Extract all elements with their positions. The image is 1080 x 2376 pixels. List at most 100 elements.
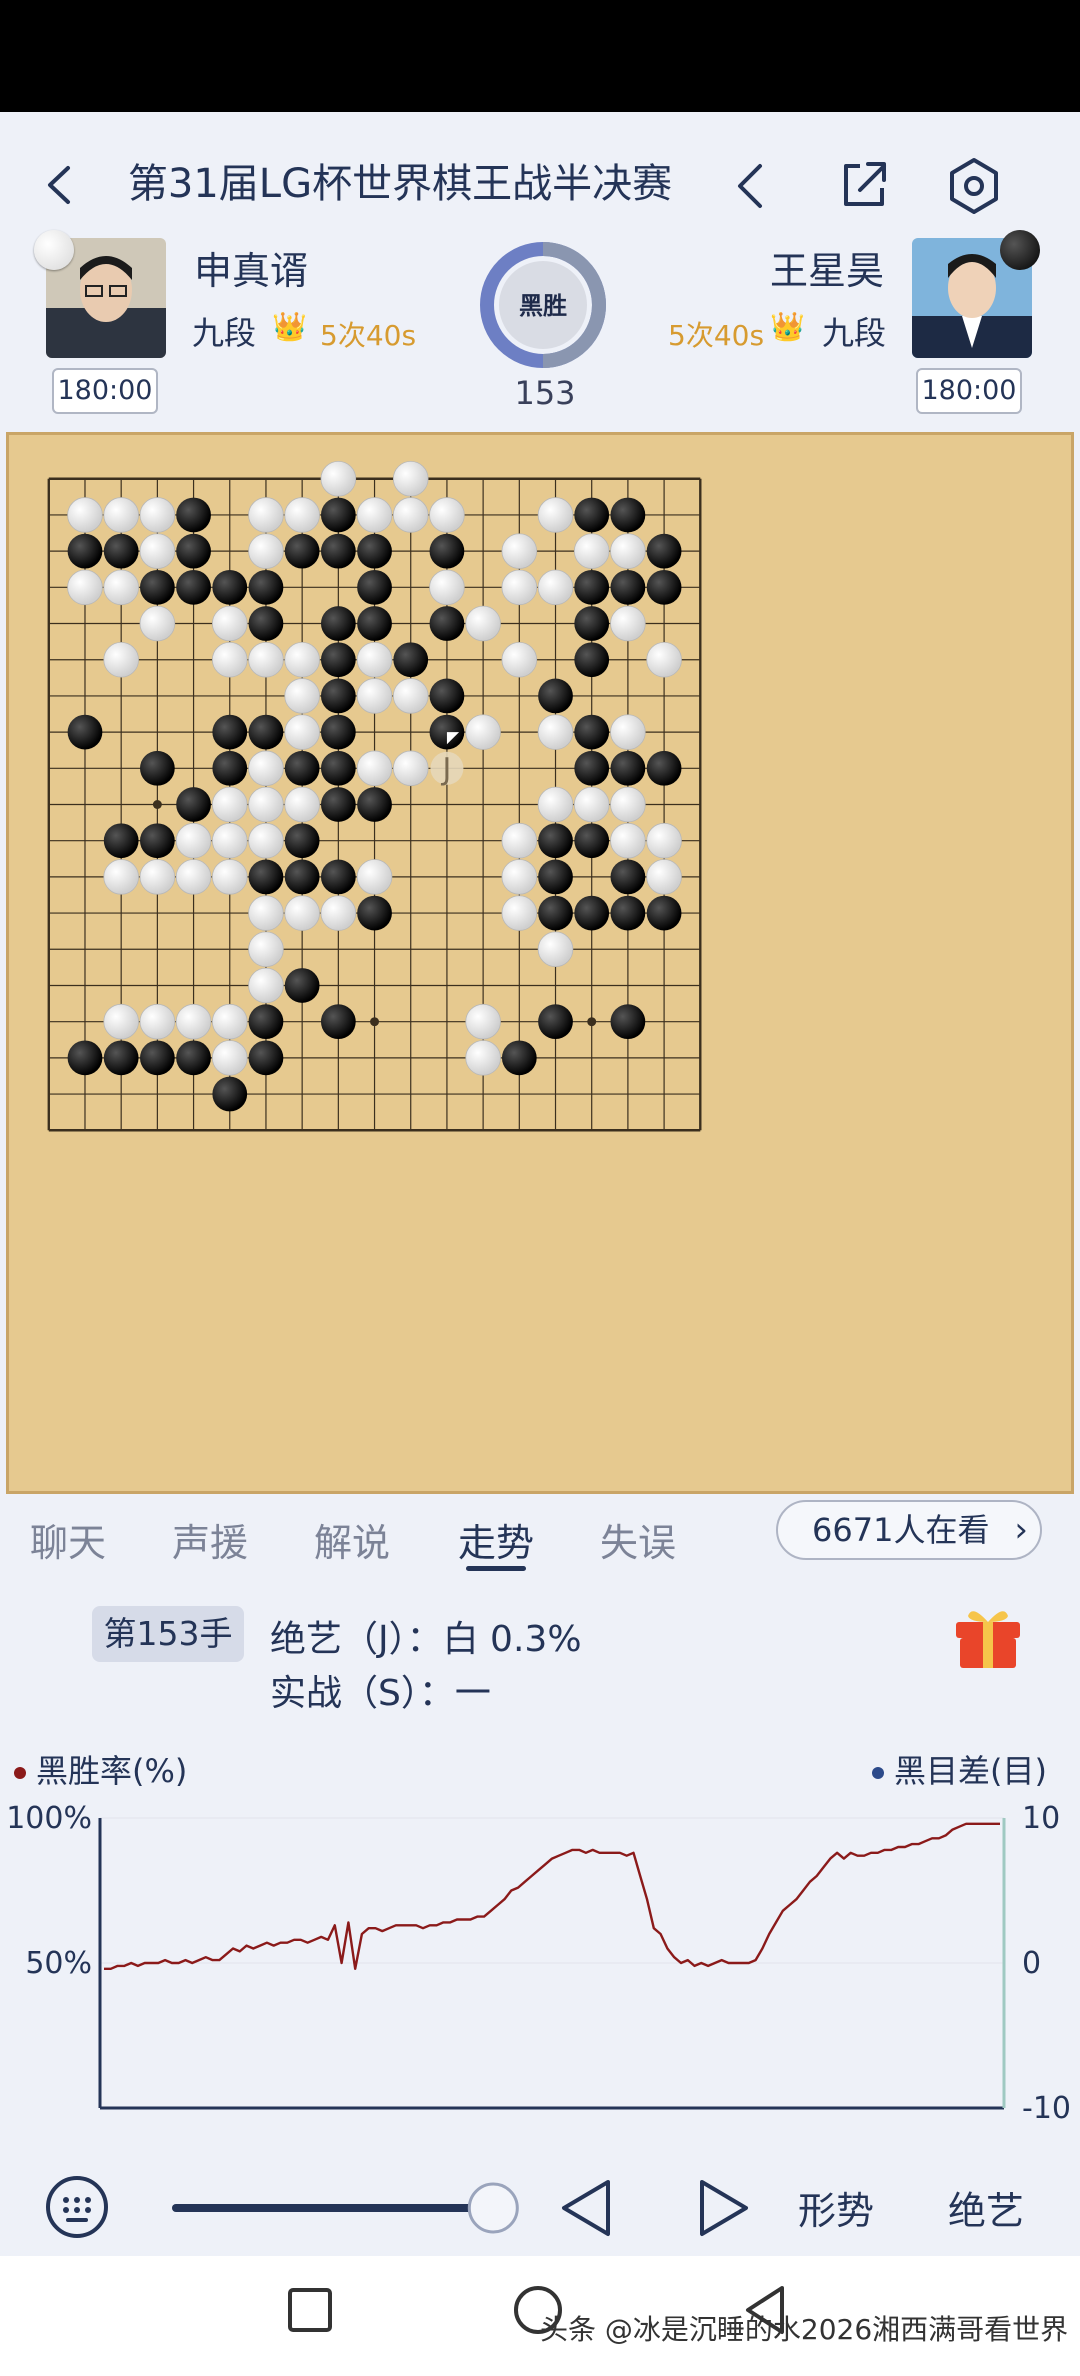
title-bar: 第31届LG杯世界棋王战半决赛 — [0, 142, 1080, 232]
white-stone — [392, 678, 429, 714]
watermark: 头条 @冰是沉睡的水2026湘西满哥看世界 — [540, 2313, 1069, 2346]
black-stone — [320, 533, 356, 569]
left-player-rank: 九段 — [192, 314, 257, 352]
settings-icon[interactable] — [942, 154, 1006, 218]
white-stone — [103, 569, 139, 606]
black-stone — [140, 750, 175, 786]
black-stone — [103, 1040, 139, 1076]
tab-support[interactable]: 声援 — [172, 1512, 248, 1567]
tab-chat[interactable]: 聊天 — [30, 1512, 106, 1567]
white-stone — [139, 605, 176, 642]
white-stone — [392, 460, 429, 497]
white-stone — [537, 931, 574, 968]
black-stone — [574, 750, 610, 786]
y-left-tick-label: 50% — [25, 1946, 92, 1981]
white-stone — [284, 678, 320, 714]
crown-icon: 👑 — [272, 310, 307, 343]
white-stone — [537, 786, 574, 823]
win-rate-line — [104, 1822, 1000, 1971]
result-badge-text: 黑胜 — [519, 292, 567, 320]
black-stone — [646, 750, 682, 786]
white-stone — [501, 533, 538, 569]
white-stone — [646, 859, 682, 895]
black-stone — [212, 1076, 248, 1112]
white-stone — [392, 497, 429, 533]
white-stone — [501, 569, 538, 606]
white-stone — [211, 1040, 248, 1076]
white-stone — [211, 641, 248, 678]
white-stone — [537, 497, 574, 533]
ai-suggestion-label: J — [441, 752, 452, 787]
white-stone — [175, 1003, 212, 1040]
black-stone — [320, 678, 356, 714]
black-stone — [538, 859, 573, 895]
black-stone — [212, 714, 248, 750]
white-stone — [248, 497, 284, 533]
black-stone — [574, 714, 610, 750]
back-arrow-icon[interactable] — [36, 160, 86, 210]
black-stone — [429, 678, 465, 714]
black-stone — [357, 895, 392, 931]
previous-move-icon[interactable] — [726, 158, 776, 214]
black-stone — [320, 714, 356, 750]
trend-chart[interactable]: 100% 50% 10 0 -10 — [0, 1790, 1080, 2130]
white-stone — [429, 569, 465, 606]
tab-trend[interactable]: 走势 — [458, 1512, 534, 1567]
white-stone — [175, 859, 212, 895]
left-player-name: 申真谞 — [194, 249, 309, 293]
previous-step-icon[interactable] — [556, 2176, 618, 2240]
white-stone — [646, 641, 682, 678]
white-stone — [465, 714, 501, 750]
black-stone — [176, 787, 211, 822]
white-stone — [284, 641, 320, 678]
black-stone — [284, 750, 320, 786]
white-stone — [465, 1040, 501, 1076]
situation-button[interactable]: 形势 — [798, 2180, 874, 2235]
white-stone — [356, 859, 393, 895]
white-stone — [211, 786, 248, 823]
black-stone — [212, 569, 248, 605]
viewers-button[interactable]: 6671人在看 › — [776, 1500, 1042, 1560]
ai-evaluation: 绝艺（J）：白 0.3% — [270, 1619, 582, 1660]
white-stone — [610, 714, 646, 750]
white-stone — [465, 605, 501, 642]
black-stone — [176, 1040, 211, 1076]
white-stone — [103, 859, 139, 895]
go-board[interactable]: J — [6, 432, 1074, 1494]
y-left-tick-label: 100% — [6, 1801, 92, 1836]
right-player-clock: 180:00 — [916, 368, 1022, 414]
tab-mistakes[interactable]: 失误 — [600, 1512, 676, 1567]
next-step-icon[interactable] — [692, 2176, 754, 2240]
slider-thumb[interactable] — [467, 2182, 519, 2234]
header: 第31届LG杯世界棋王战半决赛 申真谞 九段 👑 5次40s 180:00 黑胜… — [0, 112, 1080, 422]
white-stone — [67, 569, 103, 606]
white-stone — [67, 497, 103, 533]
right-player-byoyomi: 5次40s — [668, 319, 765, 352]
legend-score-diff: 黑目差(目) — [872, 1746, 1047, 1792]
black-stone — [538, 1004, 573, 1040]
white-stone-indicator — [34, 230, 74, 270]
black-stone — [574, 823, 610, 859]
black-stone — [610, 750, 646, 786]
white-stone — [356, 750, 393, 787]
star-point — [370, 1017, 380, 1027]
black-stone — [610, 859, 646, 895]
black-stone — [284, 823, 320, 859]
tab-commentary[interactable]: 解说 — [314, 1512, 390, 1567]
white-stone — [139, 497, 176, 533]
active-tab-indicator — [466, 1566, 526, 1571]
white-stone — [610, 786, 646, 823]
ai-button[interactable]: 绝艺 — [948, 2180, 1024, 2235]
white-stone — [103, 1003, 139, 1040]
gift-icon[interactable] — [950, 1604, 1026, 1672]
move-slider[interactable] — [170, 2178, 540, 2238]
black-stone — [538, 823, 573, 859]
black-stone — [320, 750, 356, 786]
white-stone — [211, 605, 248, 642]
recent-apps-icon[interactable] — [286, 2286, 334, 2334]
white-stone — [139, 533, 176, 569]
share-icon[interactable] — [834, 154, 894, 214]
keyboard-icon[interactable] — [44, 2174, 110, 2240]
black-stone — [574, 606, 610, 641]
black-stone — [538, 678, 573, 714]
